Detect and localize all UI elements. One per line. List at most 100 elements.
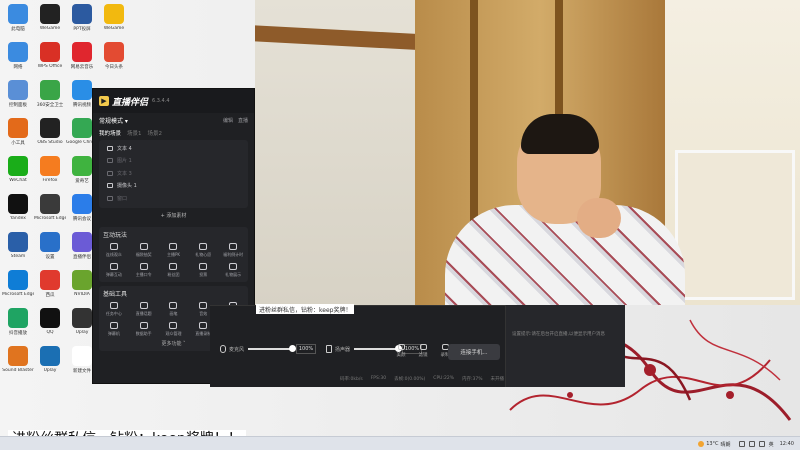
tab-scene-2[interactable]: 场景2 <box>148 129 163 137</box>
volume-icon[interactable] <box>758 441 765 447</box>
desktop-icon-label: WeGame <box>103 26 125 31</box>
template-link[interactable]: 直播 <box>238 117 248 124</box>
tool-button[interactable]: 福袋抽奖 <box>129 240 159 260</box>
tool-label: 画笔 <box>169 310 178 316</box>
desktop-icon[interactable]: WeGame <box>98 2 130 40</box>
tool-button[interactable]: 数据助手 <box>129 319 159 339</box>
tool-button[interactable]: 观众管理 <box>159 319 189 339</box>
melon-icon <box>40 270 60 290</box>
sun-icon <box>698 441 705 447</box>
tool-icon <box>199 321 208 329</box>
tool-button[interactable]: 礼物心愿 <box>188 240 218 260</box>
desktop-icon[interactable]: WeGame <box>34 2 66 40</box>
source-item[interactable]: 窗口 <box>99 192 248 205</box>
tool-button[interactable]: 画笔 <box>159 299 189 319</box>
desktop-icon[interactable]: Sound Blaster <box>2 344 34 382</box>
tool-button[interactable]: 弹幕机 <box>99 319 129 339</box>
nvidia-icon <box>72 270 92 290</box>
chevron-up-icon[interactable] <box>738 441 745 447</box>
tool-label: 粉丝团 <box>167 271 180 277</box>
clock[interactable]: 12:40 <box>780 441 794 447</box>
desktop-icon[interactable]: 360安全卫士 <box>34 78 66 116</box>
desktop-icon[interactable]: 小工具 <box>2 116 34 154</box>
system-tray: 13°C 晴朗 英 12:40 <box>698 438 794 450</box>
tool-button[interactable]: 主播口令 <box>129 260 159 280</box>
beauty-button[interactable]: 美颜 <box>390 344 412 358</box>
desktop-icon[interactable]: OBS Studio <box>34 116 66 154</box>
desktop-icon[interactable]: 网络 <box>2 40 34 78</box>
tool-label: 礼物心愿 <box>195 251 212 257</box>
desktop-icon[interactable]: 设置 <box>34 230 66 268</box>
tab-my-scenes[interactable]: 我的场景 <box>99 129 121 137</box>
source-list: 文本 4 图片 1 文本 3 摄像头 1 窗口 <box>99 140 248 208</box>
edge2-icon <box>8 270 28 290</box>
desktop-icon[interactable]: Microsoft Edge <box>2 268 34 306</box>
tool-button[interactable]: 任务中心 <box>99 299 129 319</box>
source-item[interactable]: 文本 3 <box>99 167 248 180</box>
app-header: ▶ 直播伴侣 6.3.4.4 <box>93 89 254 113</box>
wechat-icon <box>8 156 28 176</box>
desktop-icon[interactable]: Firefox <box>34 154 66 192</box>
add-source-button[interactable]: + 添加素材 <box>93 210 254 223</box>
desktop-icon-label: 网易云音乐 <box>70 65 94 70</box>
firefox-icon <box>40 156 60 176</box>
tool-button[interactable]: 连线观众 <box>99 240 129 260</box>
desktop-icon[interactable]: QQ <box>34 306 66 344</box>
desktop-icon[interactable]: Yandex <box>2 192 34 230</box>
microphone-icon[interactable] <box>220 345 226 353</box>
tool-button[interactable]: 直播话题 <box>129 299 159 319</box>
qq-icon <box>40 308 60 328</box>
speaker-icon[interactable] <box>326 345 333 353</box>
toolbox-icon <box>8 118 28 138</box>
tool-icon <box>109 262 118 270</box>
desktop-icon-label: WeChat <box>9 178 27 183</box>
filter-button[interactable]: 滤镜 <box>412 344 434 358</box>
tool-button[interactable]: 福利倒计时 <box>218 240 248 260</box>
mode-dropdown[interactable]: 常规模式 ▾ <box>99 116 128 125</box>
live-icon <box>72 232 92 252</box>
news-icon <box>104 42 124 62</box>
desktop-icon[interactable]: Microsoft Edge <box>34 192 66 230</box>
temperature: 13°C <box>706 441 719 447</box>
taskbar: 13°C 晴朗 英 12:40 <box>0 436 800 450</box>
desktop-icon-label: 抖音播放 <box>9 331 27 336</box>
tool-button[interactable]: 主播PK <box>159 240 189 260</box>
game-icon <box>104 4 124 24</box>
tool-icon <box>169 242 178 250</box>
desktop-icon-label: 此电脑 <box>11 27 25 32</box>
tab-scene-1[interactable]: 场景1 <box>127 129 142 137</box>
tool-button[interactable]: 投票 <box>188 260 218 280</box>
desktop-icon[interactable]: 抖音播放 <box>2 306 34 344</box>
tool-button[interactable]: 礼物展示 <box>218 260 248 280</box>
source-item[interactable]: 图片 1 <box>99 155 248 168</box>
section-title: 基础工具 <box>103 291 128 298</box>
section-title: 互动玩法 <box>103 232 128 239</box>
input-language[interactable]: 英 <box>769 441 774 448</box>
tool-button[interactable]: 弹幕互动 <box>99 260 129 280</box>
desktop-icon[interactable]: 此电脑 <box>2 2 34 40</box>
desktop-icon[interactable]: PPT投屏 <box>66 2 98 40</box>
tool-icon <box>109 301 118 309</box>
mic-volume-slider[interactable] <box>248 345 296 352</box>
caption-overlay-top: 进粉丝群私信，钻粉：keep奖牌！ <box>256 304 355 314</box>
camera-preview <box>255 0 800 305</box>
desktop-icon[interactable]: WeChat <box>2 154 34 192</box>
weather-widget[interactable]: 13°C 晴朗 <box>698 441 731 448</box>
source-item[interactable]: 摄像头 1 <box>99 180 248 193</box>
desktop-icon[interactable]: 西瓜 <box>34 268 66 306</box>
connect-phone-button[interactable]: 连接手机... <box>448 344 500 360</box>
desktop-icon[interactable]: 今日头条 <box>98 40 130 78</box>
source-item[interactable]: 文本 4 <box>99 142 248 155</box>
tool-button[interactable]: 粉丝团 <box>159 260 189 280</box>
tool-icon <box>109 321 118 329</box>
beauty-icon <box>397 344 405 350</box>
network-icon[interactable] <box>748 441 755 447</box>
desktop-icon[interactable]: Uplay <box>34 344 66 382</box>
settings-icon <box>40 232 60 252</box>
edit-link[interactable]: 编辑 <box>223 117 233 124</box>
desktop-icon[interactable]: 网易云音乐 <box>66 40 98 78</box>
desktop-icon[interactable]: WPS Office <box>34 40 66 78</box>
wegame-icon <box>40 4 60 24</box>
desktop-icon[interactable]: 控制面板 <box>2 78 34 116</box>
desktop-icon[interactable]: Steam <box>2 230 34 268</box>
